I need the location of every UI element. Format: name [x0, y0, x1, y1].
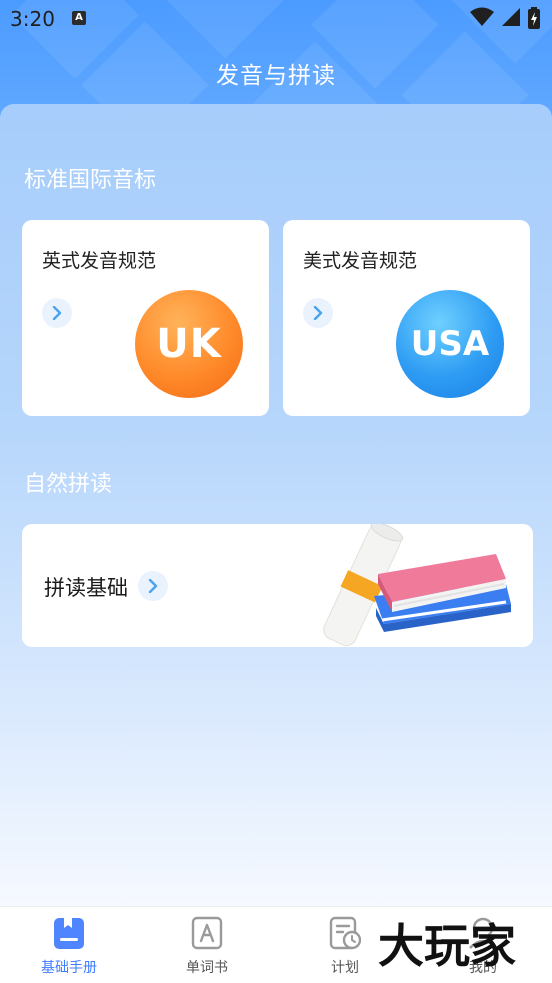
battery-icon [528, 7, 540, 29]
section-title-ipa: 标准国际音标 [24, 168, 157, 193]
page-title: 发音与拼读 [216, 63, 336, 89]
nav-label: 基础手册 [41, 960, 97, 976]
handbook-icon [54, 918, 84, 949]
uk-badge: UK [135, 290, 243, 398]
usa-card-label: 美式发音规范 [303, 250, 418, 272]
content-panel: 标准国际音标 英式发音规范 UK 美式发音规范 USA 自然拼读 拼读基础 [0, 104, 552, 906]
chevron-right-icon [42, 298, 72, 328]
nav-label: 单词书 [186, 960, 228, 976]
phonics-card-label: 拼读基础 [44, 576, 128, 600]
usa-badge: USA [396, 290, 504, 398]
books-illustration [323, 524, 511, 647]
plan-icon [329, 916, 361, 950]
wifi-icon [469, 7, 494, 26]
signal-icon [501, 8, 520, 26]
chevron-right-icon [138, 571, 168, 601]
uk-card-label: 英式发音规范 [42, 250, 157, 272]
section-title-phonics: 自然拼读 [24, 472, 113, 497]
usa-pronunciation-card[interactable]: 美式发音规范 USA [283, 220, 530, 416]
uk-pronunciation-card[interactable]: 英式发音规范 UK [22, 220, 269, 416]
word-book-icon [191, 916, 223, 950]
chevron-right-icon [303, 298, 333, 328]
watermark: 大玩家 [378, 919, 516, 973]
status-icons [468, 7, 540, 29]
status-bar: 3:20 A [0, 0, 552, 38]
phonics-basics-card[interactable]: 拼读基础 [22, 524, 533, 647]
notification-icon: A [72, 11, 86, 25]
nav-item-handbook[interactable]: 基础手册 [0, 907, 138, 983]
nav-item-word-book[interactable]: 单词书 [138, 907, 276, 983]
status-time: 3:20 [10, 7, 55, 31]
